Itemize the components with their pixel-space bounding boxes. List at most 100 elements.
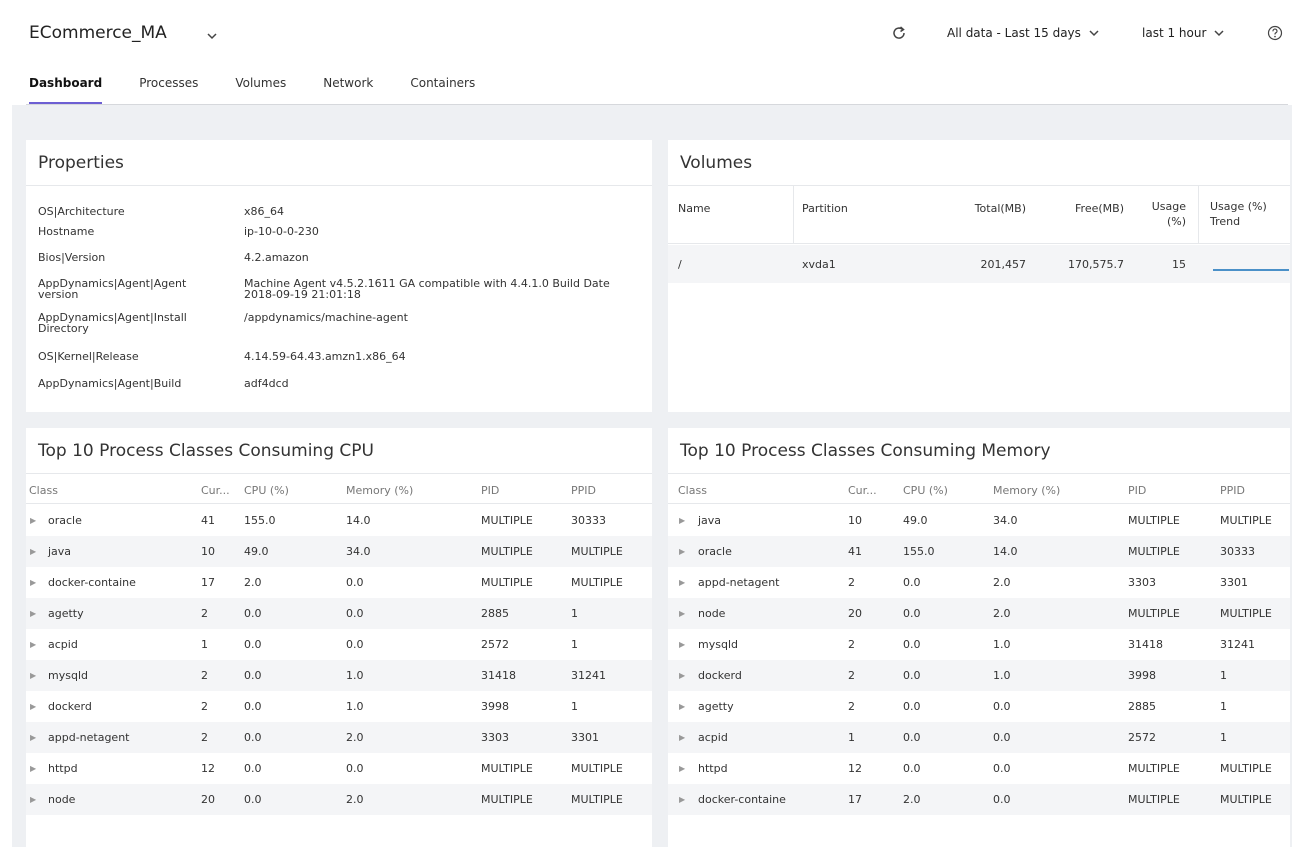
cpu-table-header: Class Cur... CPU (%) Memory (%) PID PPID xyxy=(26,475,652,504)
memory-percent: 0.0 xyxy=(993,762,1011,775)
ppid: 1 xyxy=(571,638,578,651)
col-ppid-header[interactable]: PPID xyxy=(571,484,596,497)
data-range-dropdown[interactable]: All data - Last 15 days xyxy=(947,26,1099,40)
col-partition-header[interactable]: Partition xyxy=(802,202,848,215)
col-cpu-header[interactable]: CPU (%) xyxy=(903,484,948,497)
ppid: 3301 xyxy=(571,731,599,744)
col-free-header[interactable]: Free(MB) xyxy=(1066,202,1124,215)
tab-network[interactable]: Network xyxy=(323,76,373,104)
app-title[interactable]: ECommerce_MA xyxy=(29,23,167,43)
table-row[interactable]: ▶ java 10 49.0 34.0 MULTIPLE MULTIPLE xyxy=(26,536,652,567)
expand-caret-icon[interactable]: ▶ xyxy=(30,578,36,587)
col-usage-header[interactable]: Usage (%) xyxy=(1146,199,1186,229)
memory-percent: 1.0 xyxy=(346,669,364,682)
col-name-header[interactable]: Name xyxy=(678,202,710,215)
ppid: 31241 xyxy=(571,669,606,682)
expand-caret-icon[interactable]: ▶ xyxy=(30,671,36,680)
refresh-icon[interactable] xyxy=(890,24,908,45)
table-row[interactable]: ▶ docker-containe 17 2.0 0.0 MULTIPLE MULTIPLE xyxy=(26,567,652,598)
table-row[interactable]: ▶ agetty 2 0.0 0.0 2885 1 xyxy=(668,691,1290,722)
table-row[interactable]: ▶ oracle 41 155.0 14.0 MULTIPLE 30333 xyxy=(26,505,652,536)
col-current-header[interactable]: Cur... xyxy=(201,484,230,497)
table-row[interactable]: ▶ oracle 41 155.0 14.0 MULTIPLE 30333 xyxy=(668,536,1290,567)
table-row[interactable]: ▶ acpid 1 0.0 0.0 2572 1 xyxy=(668,722,1290,753)
cpu-panel-title: Top 10 Process Classes Consuming CPU xyxy=(38,441,374,461)
process-count: 2 xyxy=(201,669,208,682)
expand-caret-icon[interactable]: ▶ xyxy=(679,547,685,556)
memory-percent: 34.0 xyxy=(993,514,1018,527)
process-class: acpid xyxy=(48,638,78,651)
col-ppid-header[interactable]: PPID xyxy=(1220,484,1245,497)
table-row[interactable]: ▶ dockerd 2 0.0 1.0 3998 1 xyxy=(26,691,652,722)
tab-processes[interactable]: Processes xyxy=(139,76,198,104)
col-pid-header[interactable]: PID xyxy=(481,484,499,497)
table-row[interactable]: ▶ dockerd 2 0.0 1.0 3998 1 xyxy=(668,660,1290,691)
col-total-header[interactable]: Total(MB) xyxy=(968,202,1026,215)
memory-percent: 14.0 xyxy=(993,545,1018,558)
process-class: dockerd xyxy=(698,669,742,682)
chevron-down-icon[interactable] xyxy=(207,29,217,43)
expand-caret-icon[interactable]: ▶ xyxy=(679,795,685,804)
tab-volumes[interactable]: Volumes xyxy=(235,76,286,104)
ppid: 1 xyxy=(571,607,578,620)
col-trend-header[interactable]: Usage (%) Trend xyxy=(1210,199,1267,229)
col-class-header[interactable]: Class xyxy=(29,484,58,497)
ppid: MULTIPLE xyxy=(1220,762,1272,775)
expand-caret-icon[interactable]: ▶ xyxy=(30,795,36,804)
expand-caret-icon[interactable]: ▶ xyxy=(30,702,36,711)
cpu-process-panel: Top 10 Process Classes Consuming CPU Cla… xyxy=(26,428,652,847)
table-row[interactable]: ▶ appd-netagent 2 0.0 2.0 3303 3301 xyxy=(26,722,652,753)
col-pid-header[interactable]: PID xyxy=(1128,484,1146,497)
table-row[interactable]: ▶ node 20 0.0 2.0 MULTIPLE MULTIPLE xyxy=(668,598,1290,629)
volume-usage: 15 xyxy=(1172,258,1186,271)
pid: 3303 xyxy=(481,731,509,744)
table-row[interactable]: ▶ mysqld 2 0.0 1.0 31418 31241 xyxy=(668,629,1290,660)
expand-caret-icon[interactable]: ▶ xyxy=(30,764,36,773)
table-row[interactable]: ▶ docker-containe 17 2.0 0.0 MULTIPLE MULTIPLE xyxy=(668,784,1290,815)
expand-caret-icon[interactable]: ▶ xyxy=(679,516,685,525)
col-memory-header[interactable]: Memory (%) xyxy=(993,484,1060,497)
pid: 2885 xyxy=(1128,700,1156,713)
col-current-header[interactable]: Cur... xyxy=(848,484,877,497)
property-key: OS|Kernel|Release xyxy=(38,350,139,363)
help-icon[interactable] xyxy=(1267,25,1283,44)
col-memory-header[interactable]: Memory (%) xyxy=(346,484,413,497)
table-row[interactable]: ▶ acpid 1 0.0 0.0 2572 1 xyxy=(26,629,652,660)
table-row[interactable]: ▶ appd-netagent 2 0.0 2.0 3303 3301 xyxy=(668,567,1290,598)
expand-caret-icon[interactable]: ▶ xyxy=(30,516,36,525)
expand-caret-icon[interactable]: ▶ xyxy=(30,547,36,556)
expand-caret-icon[interactable]: ▶ xyxy=(679,640,685,649)
memory-percent: 0.0 xyxy=(993,793,1011,806)
top-bar: ECommerce_MA All data - Last 15 days las… xyxy=(12,10,1292,105)
expand-caret-icon[interactable]: ▶ xyxy=(30,609,36,618)
col-class-header[interactable]: Class xyxy=(678,484,707,497)
table-row[interactable]: ▶ mysqld 2 0.0 1.0 31418 31241 xyxy=(26,660,652,691)
col-cpu-header[interactable]: CPU (%) xyxy=(244,484,289,497)
tab-containers[interactable]: Containers xyxy=(410,76,475,104)
expand-caret-icon[interactable]: ▶ xyxy=(679,733,685,742)
pid: 31418 xyxy=(1128,638,1163,651)
table-row[interactable]: ▶ java 10 49.0 34.0 MULTIPLE MULTIPLE xyxy=(668,505,1290,536)
cpu-percent: 2.0 xyxy=(244,576,262,589)
expand-caret-icon[interactable]: ▶ xyxy=(679,671,685,680)
property-value: /appdynamics/machine-agent xyxy=(244,311,408,324)
tab-dashboard[interactable]: Dashboard xyxy=(29,76,103,104)
table-row[interactable]: ▶ node 20 0.0 2.0 MULTIPLE MULTIPLE xyxy=(26,784,652,815)
cpu-percent: 0.0 xyxy=(244,700,262,713)
chevron-down-icon xyxy=(1089,26,1099,40)
process-class: docker-containe xyxy=(698,793,786,806)
table-row[interactable]: ▶ httpd 12 0.0 0.0 MULTIPLE MULTIPLE xyxy=(668,753,1290,784)
pid: 3998 xyxy=(1128,669,1156,682)
time-range-dropdown[interactable]: last 1 hour xyxy=(1142,26,1224,40)
expand-caret-icon[interactable]: ▶ xyxy=(679,609,685,618)
table-row[interactable]: ▶ httpd 12 0.0 0.0 MULTIPLE MULTIPLE xyxy=(26,753,652,784)
expand-caret-icon[interactable]: ▶ xyxy=(679,702,685,711)
expand-caret-icon[interactable]: ▶ xyxy=(679,578,685,587)
expand-caret-icon[interactable]: ▶ xyxy=(30,733,36,742)
expand-caret-icon[interactable]: ▶ xyxy=(679,764,685,773)
table-row[interactable]: / xvda1 201,457 170,575.7 15 xyxy=(668,245,1290,283)
table-row[interactable]: ▶ agetty 2 0.0 0.0 2885 1 xyxy=(26,598,652,629)
property-key: AppDynamics|Agent|Install Directory xyxy=(38,311,187,335)
expand-caret-icon[interactable]: ▶ xyxy=(30,640,36,649)
cpu-percent: 2.0 xyxy=(903,793,921,806)
